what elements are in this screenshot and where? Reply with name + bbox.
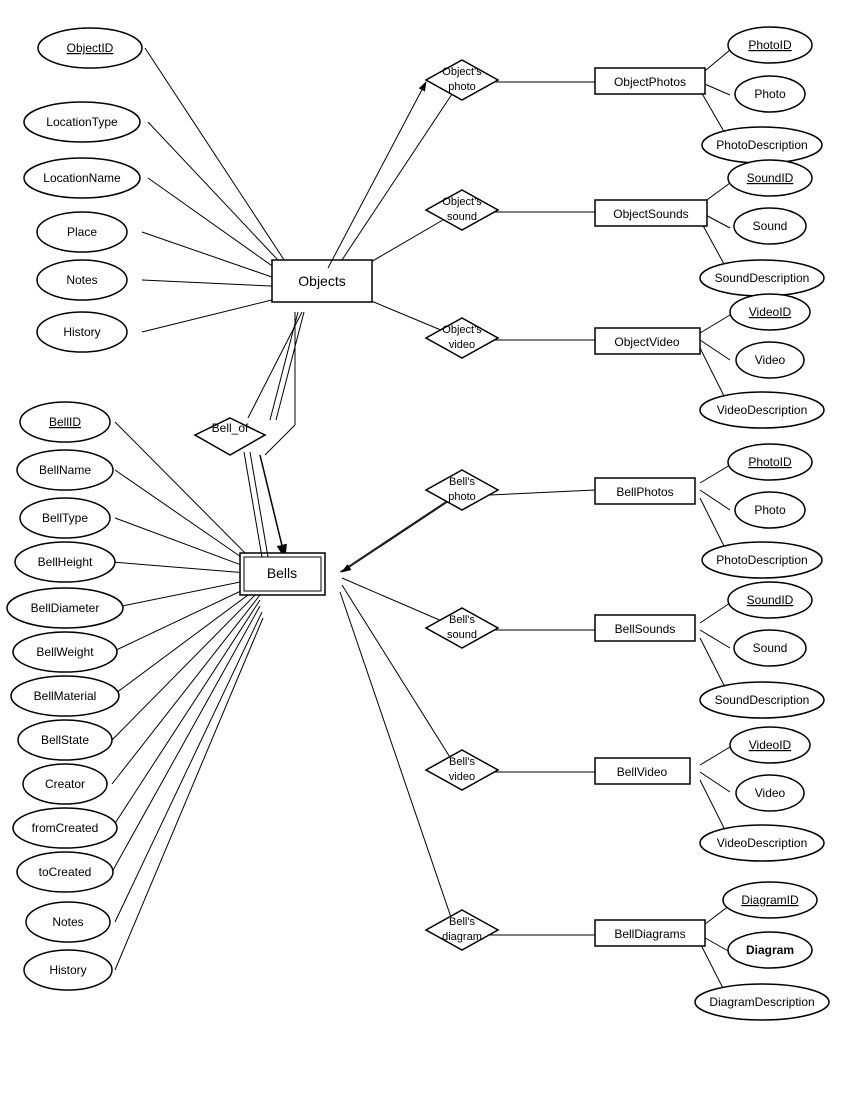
bells-diagram-label: Bell's <box>449 916 475 928</box>
bells-photo-label2: photo <box>448 491 476 503</box>
objects-video-label2: video <box>449 339 475 351</box>
belltype-attr: BellType <box>42 511 88 525</box>
photoid-attr-2: PhotoID <box>748 455 792 469</box>
video-attr-2: Video <box>755 786 786 800</box>
bells-video-label2: video <box>449 771 475 783</box>
bellvideo-label: BellVideo <box>617 765 668 779</box>
soundid-attr-2: SoundID <box>747 593 794 607</box>
objectsounds-label: ObjectSounds <box>613 207 688 221</box>
sounddescription-attr-1: SoundDescription <box>715 271 810 285</box>
bellid-attr: BellID <box>49 415 81 429</box>
diagramdescription-attr: DiagramDescription <box>709 995 814 1009</box>
videoid-attr-2: VideoID <box>749 738 792 752</box>
bells-diagram-label2: diagram <box>442 931 482 943</box>
objects-sound-label2: sound <box>447 211 477 223</box>
sound-attr-2: Sound <box>753 641 788 655</box>
bellsounds-label: BellSounds <box>615 622 676 636</box>
bells-sound-label: Bell's <box>449 614 475 626</box>
video-attr-1: Video <box>755 353 786 367</box>
belldiagrams-label: BellDiagrams <box>614 927 685 941</box>
notes-attr-obj: Notes <box>66 273 97 287</box>
photoid-attr-1: PhotoID <box>748 38 792 52</box>
objects-sound-label: Object's <box>442 196 482 208</box>
diagramid-attr: DiagramID <box>741 893 799 907</box>
history-attr-bell: History <box>49 963 86 977</box>
objects-video-label: Object's <box>442 324 482 336</box>
bellweight-attr: BellWeight <box>36 645 94 659</box>
locationname-attr: LocationName <box>43 171 121 185</box>
bellphotos-label: BellPhotos <box>616 485 673 499</box>
sound-attr-1: Sound <box>753 219 788 233</box>
objects-entity-label: Objects <box>298 273 345 289</box>
diagram-svg: Objects Bells Bell_of Object's photo Obj… <box>0 0 850 1108</box>
diagram-attr: Diagram <box>746 943 794 957</box>
er-diagram: Objects Bells Bell_of Object's photo Obj… <box>0 0 850 1108</box>
bellstate-attr: BellState <box>41 733 89 747</box>
bellmaterial-attr: BellMaterial <box>34 689 97 703</box>
sounddescription-attr-2: SoundDescription <box>715 693 810 707</box>
photo-attr-1: Photo <box>754 87 786 101</box>
videoid-attr-1: VideoID <box>749 305 792 319</box>
objects-photo-label2: photo <box>448 81 476 93</box>
notes-attr-bell: Notes <box>52 915 83 929</box>
bells-sound-label2: sound <box>447 629 477 641</box>
soundid-attr-1: SoundID <box>747 171 794 185</box>
creator-attr: Creator <box>45 777 85 791</box>
fromcreated-attr: fromCreated <box>32 821 99 835</box>
bell-of-label: Bell_of <box>212 421 249 435</box>
tocreated-attr: toCreated <box>39 865 92 879</box>
locationtype-attr: LocationType <box>46 115 118 129</box>
videodescription-attr-1: VideoDescription <box>717 403 808 417</box>
objects-photo-label: Object's <box>442 66 482 78</box>
objectvideo-label: ObjectVideo <box>614 335 679 349</box>
bells-entity-label: Bells <box>267 565 297 581</box>
place-attr: Place <box>67 225 97 239</box>
objectphotos-label: ObjectPhotos <box>614 75 686 89</box>
objectid-attr: ObjectID <box>67 41 114 55</box>
bellheight-attr: BellHeight <box>38 555 93 569</box>
photodescription-attr-2: PhotoDescription <box>716 553 807 567</box>
bellname-attr: BellName <box>39 463 91 477</box>
photo-attr-2: Photo <box>754 503 786 517</box>
history-attr-obj: History <box>63 325 100 339</box>
bells-photo-label: Bell's <box>449 476 475 488</box>
videodescription-attr-2: VideoDescription <box>717 836 808 850</box>
bells-video-label: Bell's <box>449 756 475 768</box>
belldiameter-attr: BellDiameter <box>31 601 100 615</box>
photodescription-attr-1: PhotoDescription <box>716 138 807 152</box>
